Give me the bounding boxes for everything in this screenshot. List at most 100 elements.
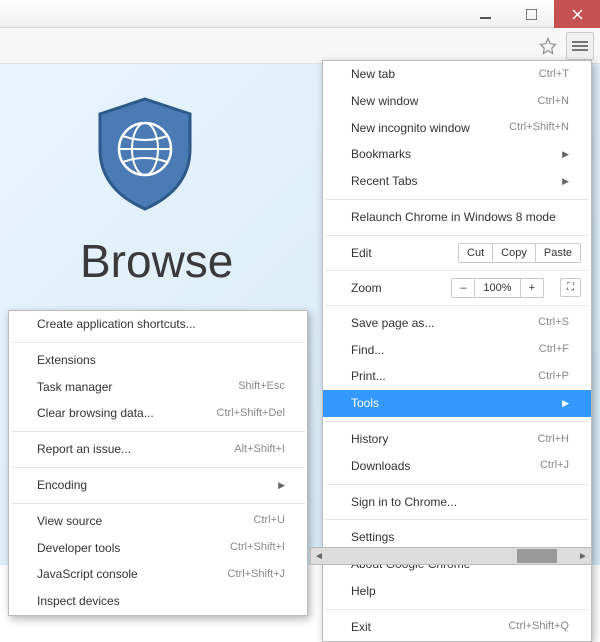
scroll-right-arrow[interactable]: ► [575,551,591,562]
menu-separator [11,342,305,343]
menu-item-label: Save page as... [351,315,434,332]
menu-item-label: Relaunch Chrome in Windows 8 mode [351,209,556,226]
menu-shortcut: Ctrl+H [538,432,569,447]
menu-item-extensions[interactable]: Extensions [9,347,307,374]
menu-separator [325,421,589,422]
menu-item-tools[interactable]: Tools ▶ [323,390,591,417]
menu-item-help[interactable]: Help [323,578,591,605]
menu-item-task-manager[interactable]: Task manager Shift+Esc [9,374,307,401]
menu-item-developer-tools[interactable]: Developer tools Ctrl+Shift+I [9,535,307,562]
menu-shortcut: Ctrl+Shift+N [509,120,569,135]
menu-separator [11,467,305,468]
menu-item-create-application-shortcuts[interactable]: Create application shortcuts... [9,311,307,338]
menu-shortcut: Ctrl+P [538,369,569,384]
zoom-row: Zoom–100%+⛶ [323,275,591,301]
menu-item-label: Recent Tabs [351,173,418,190]
menu-shortcut: Ctrl+Shift+Del [217,406,285,421]
horizontal-scrollbar[interactable]: ◄ ► [310,547,592,565]
menu-separator [325,270,589,271]
menu-item-inspect-devices[interactable]: Inspect devices [9,588,307,615]
zoom-label: Zoom [351,281,441,295]
menu-separator [325,305,589,306]
menu-shortcut: Ctrl+F [539,342,569,357]
menu-item-label: Find... [351,342,384,359]
menu-item-label: Extensions [37,352,96,369]
fullscreen-button[interactable]: ⛶ [560,278,581,297]
zoom-out-button[interactable]: – [452,279,474,297]
menu-separator [11,503,305,504]
menu-item-print[interactable]: Print... Ctrl+P [323,363,591,390]
menu-item-label: New incognito window [351,120,470,137]
menu-item-clear-browsing-data[interactable]: Clear browsing data... Ctrl+Shift+Del [9,400,307,427]
menu-shortcut: Ctrl+Shift+Q [508,619,569,634]
menu-shortcut: Ctrl+U [254,513,285,528]
menu-item-label: New tab [351,66,395,83]
paste-button[interactable]: Paste [535,244,580,262]
menu-item-label: Settings [351,529,394,546]
menu-item-label: Exit [351,619,371,636]
copy-button[interactable]: Copy [492,244,535,262]
menu-shortcut: Ctrl+Shift+I [230,540,285,555]
zoom-value: 100% [474,279,519,297]
menu-item-javascript-console[interactable]: JavaScript console Ctrl+Shift+J [9,561,307,588]
browser-toolbar [0,28,600,64]
chrome-menu-button[interactable] [566,32,594,60]
menu-item-label: Developer tools [37,540,120,557]
menu-item-label: JavaScript console [37,566,138,583]
menu-item-label: Inspect devices [37,593,120,610]
menu-item-history[interactable]: HistoryCtrl+H [323,426,591,453]
submenu-arrow-icon: ▶ [278,479,285,492]
menu-item-label: Clear browsing data... [37,405,154,422]
menu-item-new-tab[interactable]: New tabCtrl+T [323,61,591,88]
menu-shortcut: Alt+Shift+I [234,442,285,457]
menu-shortcut: Ctrl+J [540,458,569,473]
scroll-thumb[interactable] [517,549,557,563]
menu-item-encoding[interactable]: Encoding▶ [9,472,307,499]
menu-item-label: Print... [351,368,386,385]
menu-item-new-window[interactable]: New windowCtrl+N [323,88,591,115]
zoom-controls: –100%+ [451,278,544,298]
menu-item-exit[interactable]: Exit Ctrl+Shift+Q [323,614,591,641]
edit-row: Edit CutCopyPaste [323,240,591,266]
cut-button[interactable]: Cut [459,244,492,262]
menu-item-label: New window [351,93,418,110]
menu-item-bookmarks[interactable]: Bookmarks ▶ [323,141,591,168]
menu-shortcut: Ctrl+Shift+J [228,567,285,582]
maximize-button[interactable] [508,0,554,28]
close-button[interactable] [554,0,600,28]
menu-item-label: Bookmarks [351,146,411,163]
minimize-button[interactable] [462,0,508,28]
menu-item-label: Help [351,583,376,600]
submenu-arrow-icon: ▶ [562,175,569,188]
menu-item-sign-in-to-chrome[interactable]: Sign in to Chrome... [323,489,591,516]
edit-button-group: CutCopyPaste [458,243,581,263]
menu-item-save-page-as[interactable]: Save page as...Ctrl+S [323,310,591,337]
menu-item-new-incognito-window[interactable]: New incognito window Ctrl+Shift+N [323,115,591,142]
submenu-arrow-icon: ▶ [562,148,569,161]
menu-separator [325,484,589,485]
bookmark-star-icon[interactable] [534,32,562,60]
menu-separator [325,609,589,610]
menu-item-recent-tabs[interactable]: Recent Tabs ▶ [323,168,591,195]
menu-item-label: View source [37,513,102,530]
menu-item-label: Task manager [37,379,112,396]
scroll-left-arrow[interactable]: ◄ [311,551,327,562]
menu-item-report-an-issue[interactable]: Report an issue... Alt+Shift+I [9,436,307,463]
menu-separator [325,519,589,520]
menu-item-view-source[interactable]: View source Ctrl+U [9,508,307,535]
tools-submenu: Create application shortcuts... Extension… [8,310,308,616]
menu-item-label: Create application shortcuts... [37,316,196,333]
menu-item-find[interactable]: Find... Ctrl+F [323,337,591,364]
menu-item-label: Report an issue... [37,441,131,458]
menu-item-downloads[interactable]: DownloadsCtrl+J [323,453,591,480]
menu-separator [325,235,589,236]
submenu-arrow-icon: ▶ [562,397,569,410]
zoom-in-button[interactable]: + [520,279,543,297]
menu-shortcut: Shift+Esc [238,379,285,394]
menu-item-label: Sign in to Chrome... [351,494,457,511]
menu-item-label: Tools [351,395,379,412]
edit-label: Edit [351,246,448,260]
menu-separator [11,431,305,432]
menu-item-relaunch-chrome-in-windows-8-mode[interactable]: Relaunch Chrome in Windows 8 mode [323,204,591,231]
menu-separator [325,199,589,200]
